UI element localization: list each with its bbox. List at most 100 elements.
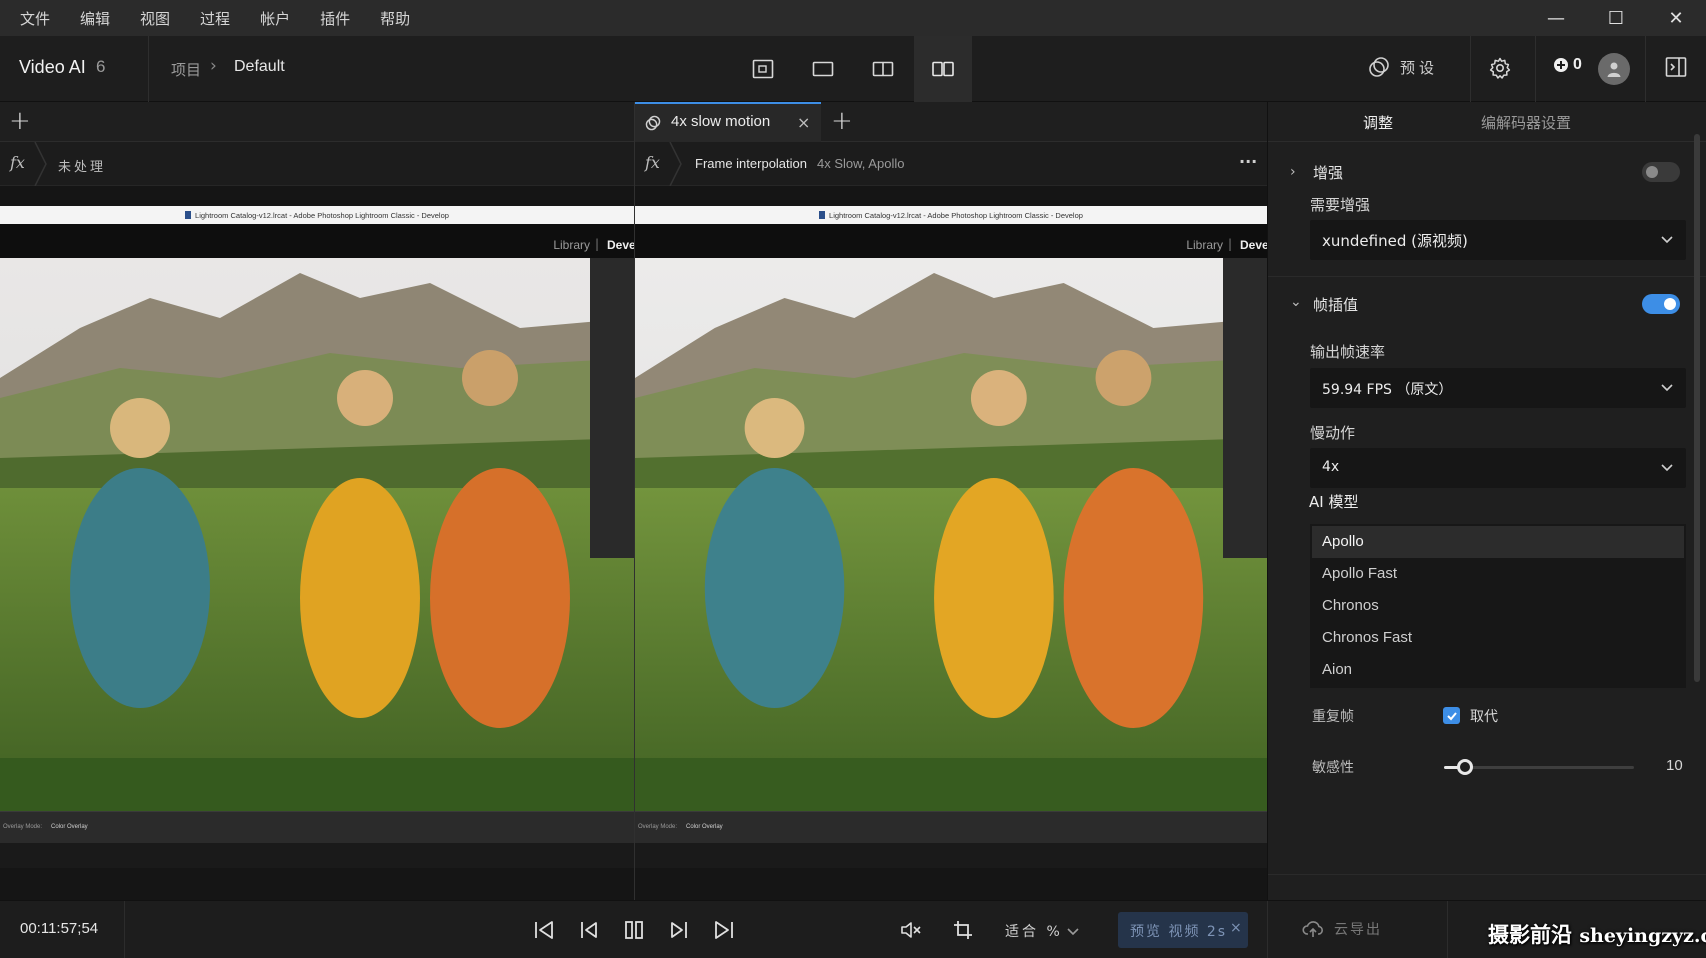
more-options-icon[interactable]: ···: [1239, 152, 1257, 171]
sensitivity-slider[interactable]: [1444, 759, 1634, 775]
side-by-side-view-button[interactable]: [914, 36, 972, 102]
single-view-button[interactable]: [794, 36, 852, 102]
preset-button[interactable]: 预设: [1368, 56, 1438, 78]
lightroom-title: Lightroom Catalog-v12.lrcat - Adobe Phot…: [829, 210, 1083, 220]
app-header: Video AI 6 项目 › Default 预设 0: [0, 36, 1706, 102]
panel-scrollbar[interactable]: [1694, 134, 1700, 682]
close-tab-icon[interactable]: ×: [797, 113, 810, 132]
model-option-apollo[interactable]: Apollo: [1312, 526, 1684, 558]
menu-account[interactable]: 帐户: [260, 8, 290, 29]
previous-frame-button[interactable]: [575, 916, 603, 944]
model-option-chronos[interactable]: Chronos: [1312, 590, 1684, 622]
next-frame-button[interactable]: [665, 916, 693, 944]
split-view-button[interactable]: [854, 36, 912, 102]
ai-model-dropdown: Apollo Apollo Fast Chronos Chronos Fast …: [1310, 524, 1686, 688]
chevron-down-icon: [1661, 464, 1673, 472]
lightroom-develop-label: Deve: [1240, 238, 1267, 252]
skip-to-start-button[interactable]: [530, 916, 558, 944]
separator: |: [594, 237, 599, 251]
replace-label: 取代: [1470, 709, 1498, 725]
crop-view-button[interactable]: [734, 36, 792, 102]
model-option-apollo-fast[interactable]: Apollo Fast: [1312, 558, 1684, 590]
divider: [1267, 901, 1268, 958]
avatar[interactable]: [1598, 53, 1630, 85]
skip-to-end-button[interactable]: [710, 916, 738, 944]
preview-video-button[interactable]: 预览 视频 2s ×: [1118, 912, 1248, 948]
credit-icon: [1554, 58, 1568, 72]
tab-codec-settings[interactable]: 编解码器设置: [1481, 112, 1571, 133]
settings-panel: 调整 编解码器设置 › 增强 需要增强 xundefined (源视频) ⌄ 帧…: [1267, 102, 1706, 900]
lightroom-frame: Lightroom Catalog-v12.lrcat - Adobe Phot…: [0, 206, 634, 868]
enhance-toggle[interactable]: [1642, 162, 1680, 182]
processed-preview[interactable]: Lightroom Catalog-v12.lrcat - Adobe Phot…: [635, 186, 1267, 900]
add-tab-button[interactable]: +: [9, 106, 31, 136]
divider: [1447, 901, 1448, 958]
watermark: 摄影前沿 sheyingzyz.com: [1488, 919, 1706, 949]
menu-bar: 文件 编辑 视图 过程 帐户 插件 帮助 — ☐ ✕: [0, 0, 1706, 36]
fx-icon[interactable]: fx: [10, 153, 25, 172]
right-pane-tabbar: 4x slow motion × +: [635, 102, 1267, 142]
overlay-mode-label: Overlay Mode:: [638, 824, 678, 830]
chevron-right-icon: ›: [1290, 164, 1296, 180]
menu-plugins[interactable]: 插件: [320, 8, 350, 29]
cloud-export-button[interactable]: 云导出: [1302, 918, 1382, 940]
chevron-down-icon[interactable]: [1066, 924, 1080, 938]
enhance-title: 增强: [1313, 163, 1344, 182]
playback-bar: 00:11:57;54 适合 % 预览 视频 2s × 云导出: [0, 900, 1706, 958]
menu-edit[interactable]: 编辑: [80, 8, 110, 29]
overlay-mode-value: Color Overlay: [686, 824, 723, 830]
menu-file[interactable]: 文件: [20, 8, 50, 29]
tab-4x-slow-motion[interactable]: 4x slow motion ×: [635, 102, 821, 142]
minimize-button[interactable]: —: [1526, 0, 1586, 36]
divider: [124, 901, 125, 958]
tab-adjust[interactable]: 调整: [1363, 112, 1393, 133]
model-option-chronos-fast[interactable]: Chronos Fast: [1312, 622, 1684, 654]
close-button[interactable]: ✕: [1646, 0, 1706, 36]
cloud-export-label: 云导出: [1334, 922, 1382, 938]
divider: [1535, 36, 1536, 102]
zoom-fit-label[interactable]: 适合 %: [1005, 921, 1063, 941]
unprocessed-label: 未处理: [58, 160, 107, 175]
credits-badge[interactable]: 0: [1553, 56, 1582, 74]
menu-view[interactable]: 视图: [140, 8, 170, 29]
lightroom-module-bar: Library | Deve: [0, 224, 634, 258]
frame-interpolation-toggle[interactable]: [1642, 294, 1680, 314]
panel-toggle-button[interactable]: [1665, 56, 1687, 82]
output-fps-select[interactable]: 59.94 FPS （原文）: [1310, 368, 1686, 408]
model-option-aion[interactable]: Aion: [1312, 654, 1684, 686]
add-tab-button[interactable]: +: [831, 106, 853, 136]
need-enhance-select[interactable]: xundefined (源视频): [1310, 220, 1686, 260]
replace-checkbox[interactable]: [1443, 707, 1460, 724]
lightroom-title: Lightroom Catalog-v12.lrcat - Adobe Phot…: [195, 210, 449, 220]
step-back-icon: [581, 922, 597, 938]
crop-icon: [954, 921, 972, 939]
crop-button[interactable]: [949, 916, 977, 944]
split-view-icon: [872, 61, 894, 77]
divider: [1470, 36, 1471, 102]
lightroom-mask-panel: [590, 258, 634, 558]
slow-motion-select[interactable]: 4x: [1310, 448, 1686, 488]
menu-help[interactable]: 帮助: [380, 8, 410, 29]
timecode: 00:11:57;54: [20, 920, 99, 937]
tab-label: 4x slow motion: [671, 113, 771, 130]
pause-button[interactable]: [620, 916, 648, 944]
sensitivity-slider-handle[interactable]: [1456, 759, 1473, 775]
settings-button[interactable]: [1488, 56, 1512, 84]
maximize-button[interactable]: ☐: [1586, 0, 1646, 36]
skip-end-icon: [715, 921, 733, 939]
lightroom-bottom: [635, 843, 1267, 868]
original-preview[interactable]: Lightroom Catalog-v12.lrcat - Adobe Phot…: [0, 186, 634, 900]
photo-original: [0, 258, 634, 811]
breadcrumb-projects[interactable]: 项目: [171, 59, 201, 80]
overlay-mode-label: Overlay Mode:: [3, 824, 43, 830]
lightroom-bottom: [0, 843, 634, 868]
preview-close-icon[interactable]: ×: [1230, 920, 1242, 936]
fx-icon[interactable]: fx: [645, 153, 660, 172]
mute-button[interactable]: [897, 916, 925, 944]
menu-process[interactable]: 过程: [200, 8, 230, 29]
divider: [148, 36, 149, 102]
enhance-section-header[interactable]: › 增强: [1268, 152, 1688, 192]
frame-interpolation-section-header[interactable]: ⌄ 帧插值: [1268, 284, 1688, 324]
sensitivity-label: 敏感性: [1312, 760, 1354, 776]
divider: [1645, 36, 1646, 102]
